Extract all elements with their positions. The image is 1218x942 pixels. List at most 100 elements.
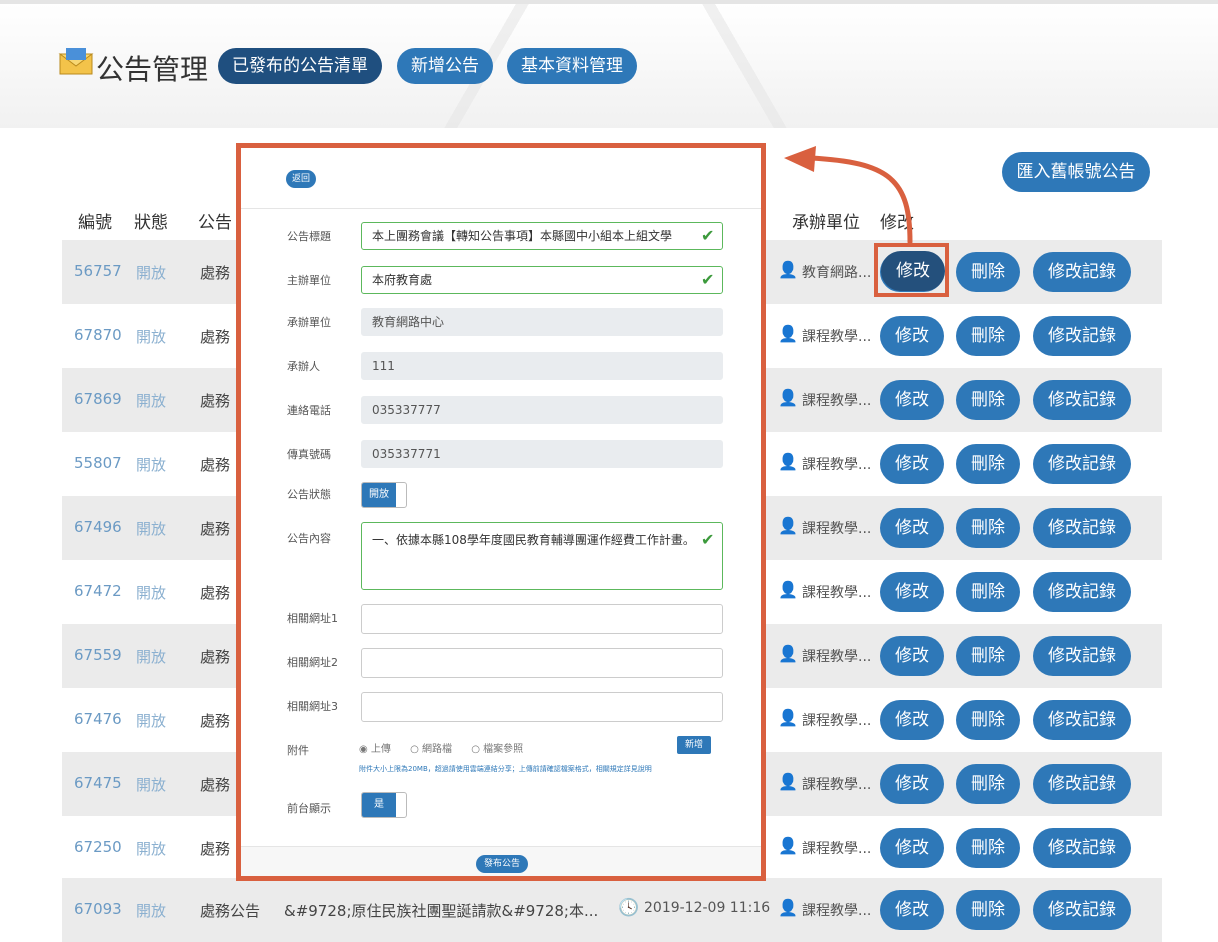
delete-button[interactable]: 刪除 xyxy=(956,252,1020,292)
content-label: 公告內容 xyxy=(287,532,331,545)
edit-log-button[interactable]: 修改記錄 xyxy=(1033,764,1131,804)
edit-log-button[interactable]: 修改記錄 xyxy=(1033,508,1131,548)
edit-button[interactable]: 修改 xyxy=(880,828,944,868)
nav-basic-data-button[interactable]: 基本資料管理 xyxy=(507,48,637,84)
clock-icon: 🕓 xyxy=(618,898,640,918)
content-textarea[interactable]: 一、依據本縣108學年度國民教育輔導團運作經費工作計畫。 xyxy=(361,522,723,590)
attach-radio-web[interactable]: ○ 網路檔 xyxy=(410,744,460,755)
contact-input: 111 xyxy=(361,352,723,380)
edit-log-button[interactable]: 修改記錄 xyxy=(1033,700,1131,740)
row-type: 處務 xyxy=(200,456,231,474)
pointer-arrow xyxy=(784,146,913,245)
row-id[interactable]: 55807 xyxy=(74,454,122,472)
edit-button[interactable]: 修改 xyxy=(880,636,944,676)
edit-button[interactable]: 修改 xyxy=(880,316,944,356)
link1-label: 相關網址1 xyxy=(287,612,338,625)
edit-log-button[interactable]: 修改記錄 xyxy=(1033,572,1131,612)
user-icon: 👤 xyxy=(778,324,798,343)
edit-button[interactable]: 修改 xyxy=(880,380,944,420)
title-input[interactable]: 本上團務會議【轉知公告事項】本縣國中小組本上組文學 xyxy=(361,222,723,250)
link3-label: 相關網址3 xyxy=(287,700,338,713)
status-toggle[interactable]: 開放 xyxy=(361,482,407,508)
row-status: 開放 xyxy=(136,776,167,794)
row-id[interactable]: 67472 xyxy=(74,582,122,600)
contact-label: 承辦人 xyxy=(287,360,320,373)
edit-log-button[interactable]: 修改記錄 xyxy=(1033,636,1131,676)
row-status: 開放 xyxy=(136,456,167,474)
edit-log-button[interactable]: 修改記錄 xyxy=(1033,444,1131,484)
row-type: 處務 xyxy=(200,584,231,602)
edit-button-highlighted[interactable]: 修改 xyxy=(881,251,945,291)
host-input[interactable]: 本府教育處 xyxy=(361,266,723,294)
row-type: 處務 xyxy=(200,712,231,730)
back-button[interactable]: 返回 xyxy=(286,170,316,188)
submit-button[interactable]: 發布公告 xyxy=(476,855,528,873)
edit-log-button[interactable]: 修改記錄 xyxy=(1033,828,1131,868)
edit-button[interactable]: 修改 xyxy=(880,508,944,548)
row-id[interactable]: 67869 xyxy=(74,390,122,408)
edit-log-button[interactable]: 修改記錄 xyxy=(1033,252,1131,292)
attach-radio-ref[interactable]: ○ 檔案參照 xyxy=(471,744,531,755)
edit-button[interactable]: 修改 xyxy=(880,572,944,612)
attach-radio-upload[interactable]: ◉ 上傳 xyxy=(359,744,399,755)
row-status: 開放 xyxy=(136,840,167,858)
row-unit: 課程教學... xyxy=(802,585,872,601)
row-id[interactable]: 67093 xyxy=(74,900,122,918)
delete-button[interactable]: 刪除 xyxy=(956,572,1020,612)
row-id[interactable]: 67870 xyxy=(74,326,122,344)
attach-label: 附件 xyxy=(287,744,309,757)
user-icon: 👤 xyxy=(778,388,798,407)
delete-button[interactable]: 刪除 xyxy=(956,444,1020,484)
row-type: 處務 xyxy=(200,648,231,666)
edit-announcement-modal: 返回 公告標題 本上團務會議【轉知公告事項】本縣國中小組本上組文學 ✔ 主辦單位… xyxy=(236,143,766,881)
link2-label: 相關網址2 xyxy=(287,656,338,669)
row-title[interactable]: &#9728;原住民族社團聖誕請款&#9728;本... xyxy=(284,900,598,921)
edit-log-button[interactable]: 修改記錄 xyxy=(1033,380,1131,420)
attach-add-button[interactable]: 新增 xyxy=(677,736,711,754)
edit-log-button[interactable]: 修改記錄 xyxy=(1033,316,1131,356)
attach-hint: 附件大小上限為20MB，超過請使用雲端連結分享；上傳前請確認檔案格式，相關規定詳… xyxy=(359,765,652,773)
row-unit: 課程教學... xyxy=(802,457,872,473)
modal-footer: 發布公告 xyxy=(241,846,761,876)
row-unit: 課程教學... xyxy=(802,393,872,409)
delete-button[interactable]: 刪除 xyxy=(956,700,1020,740)
fax-input: 035337771 xyxy=(361,440,723,468)
status-label: 公告狀態 xyxy=(287,488,331,501)
front-display-toggle[interactable]: 是 xyxy=(361,792,407,818)
edit-button[interactable]: 修改 xyxy=(880,764,944,804)
delete-button[interactable]: 刪除 xyxy=(956,636,1020,676)
row-id[interactable]: 67475 xyxy=(74,774,122,792)
delete-button[interactable]: 刪除 xyxy=(956,764,1020,804)
row-id[interactable]: 67559 xyxy=(74,646,122,664)
row-id[interactable]: 67476 xyxy=(74,710,122,728)
edit-log-button[interactable]: 修改記錄 xyxy=(1033,890,1131,930)
user-icon: 👤 xyxy=(778,708,798,727)
import-old-account-button[interactable]: 匯入舊帳號公告 xyxy=(1002,152,1150,192)
front-display-label: 前台顯示 xyxy=(287,802,331,815)
row-unit: 課程教學... xyxy=(802,777,872,793)
link2-input[interactable] xyxy=(361,648,723,678)
nav-published-list-button[interactable]: 已發布的公告清單 xyxy=(218,48,382,84)
link1-input[interactable] xyxy=(361,604,723,634)
row-id[interactable]: 56757 xyxy=(74,262,122,280)
link3-input[interactable] xyxy=(361,692,723,722)
row-status: 開放 xyxy=(136,584,167,602)
row-type: 處務 xyxy=(200,264,231,282)
header-banner: 公告管理 已發布的公告清單 新增公告 基本資料管理 xyxy=(0,0,1218,128)
edit-button[interactable]: 修改 xyxy=(880,700,944,740)
delete-button[interactable]: 刪除 xyxy=(956,890,1020,930)
delete-button[interactable]: 刪除 xyxy=(956,380,1020,420)
row-type: 處務 xyxy=(200,328,231,346)
edit-button[interactable]: 修改 xyxy=(880,890,944,930)
delete-button[interactable]: 刪除 xyxy=(956,508,1020,548)
delete-button[interactable]: 刪除 xyxy=(956,828,1020,868)
delete-button[interactable]: 刪除 xyxy=(956,316,1020,356)
nav-new-announcement-button[interactable]: 新增公告 xyxy=(397,48,493,84)
row-id[interactable]: 67250 xyxy=(74,838,122,856)
row-id[interactable]: 67496 xyxy=(74,518,122,536)
row-status: 開放 xyxy=(136,712,167,730)
valid-check-icon: ✔ xyxy=(701,270,715,289)
column-header-id: 編號 xyxy=(78,213,112,233)
host-label: 主辦單位 xyxy=(287,274,331,287)
edit-button[interactable]: 修改 xyxy=(880,444,944,484)
